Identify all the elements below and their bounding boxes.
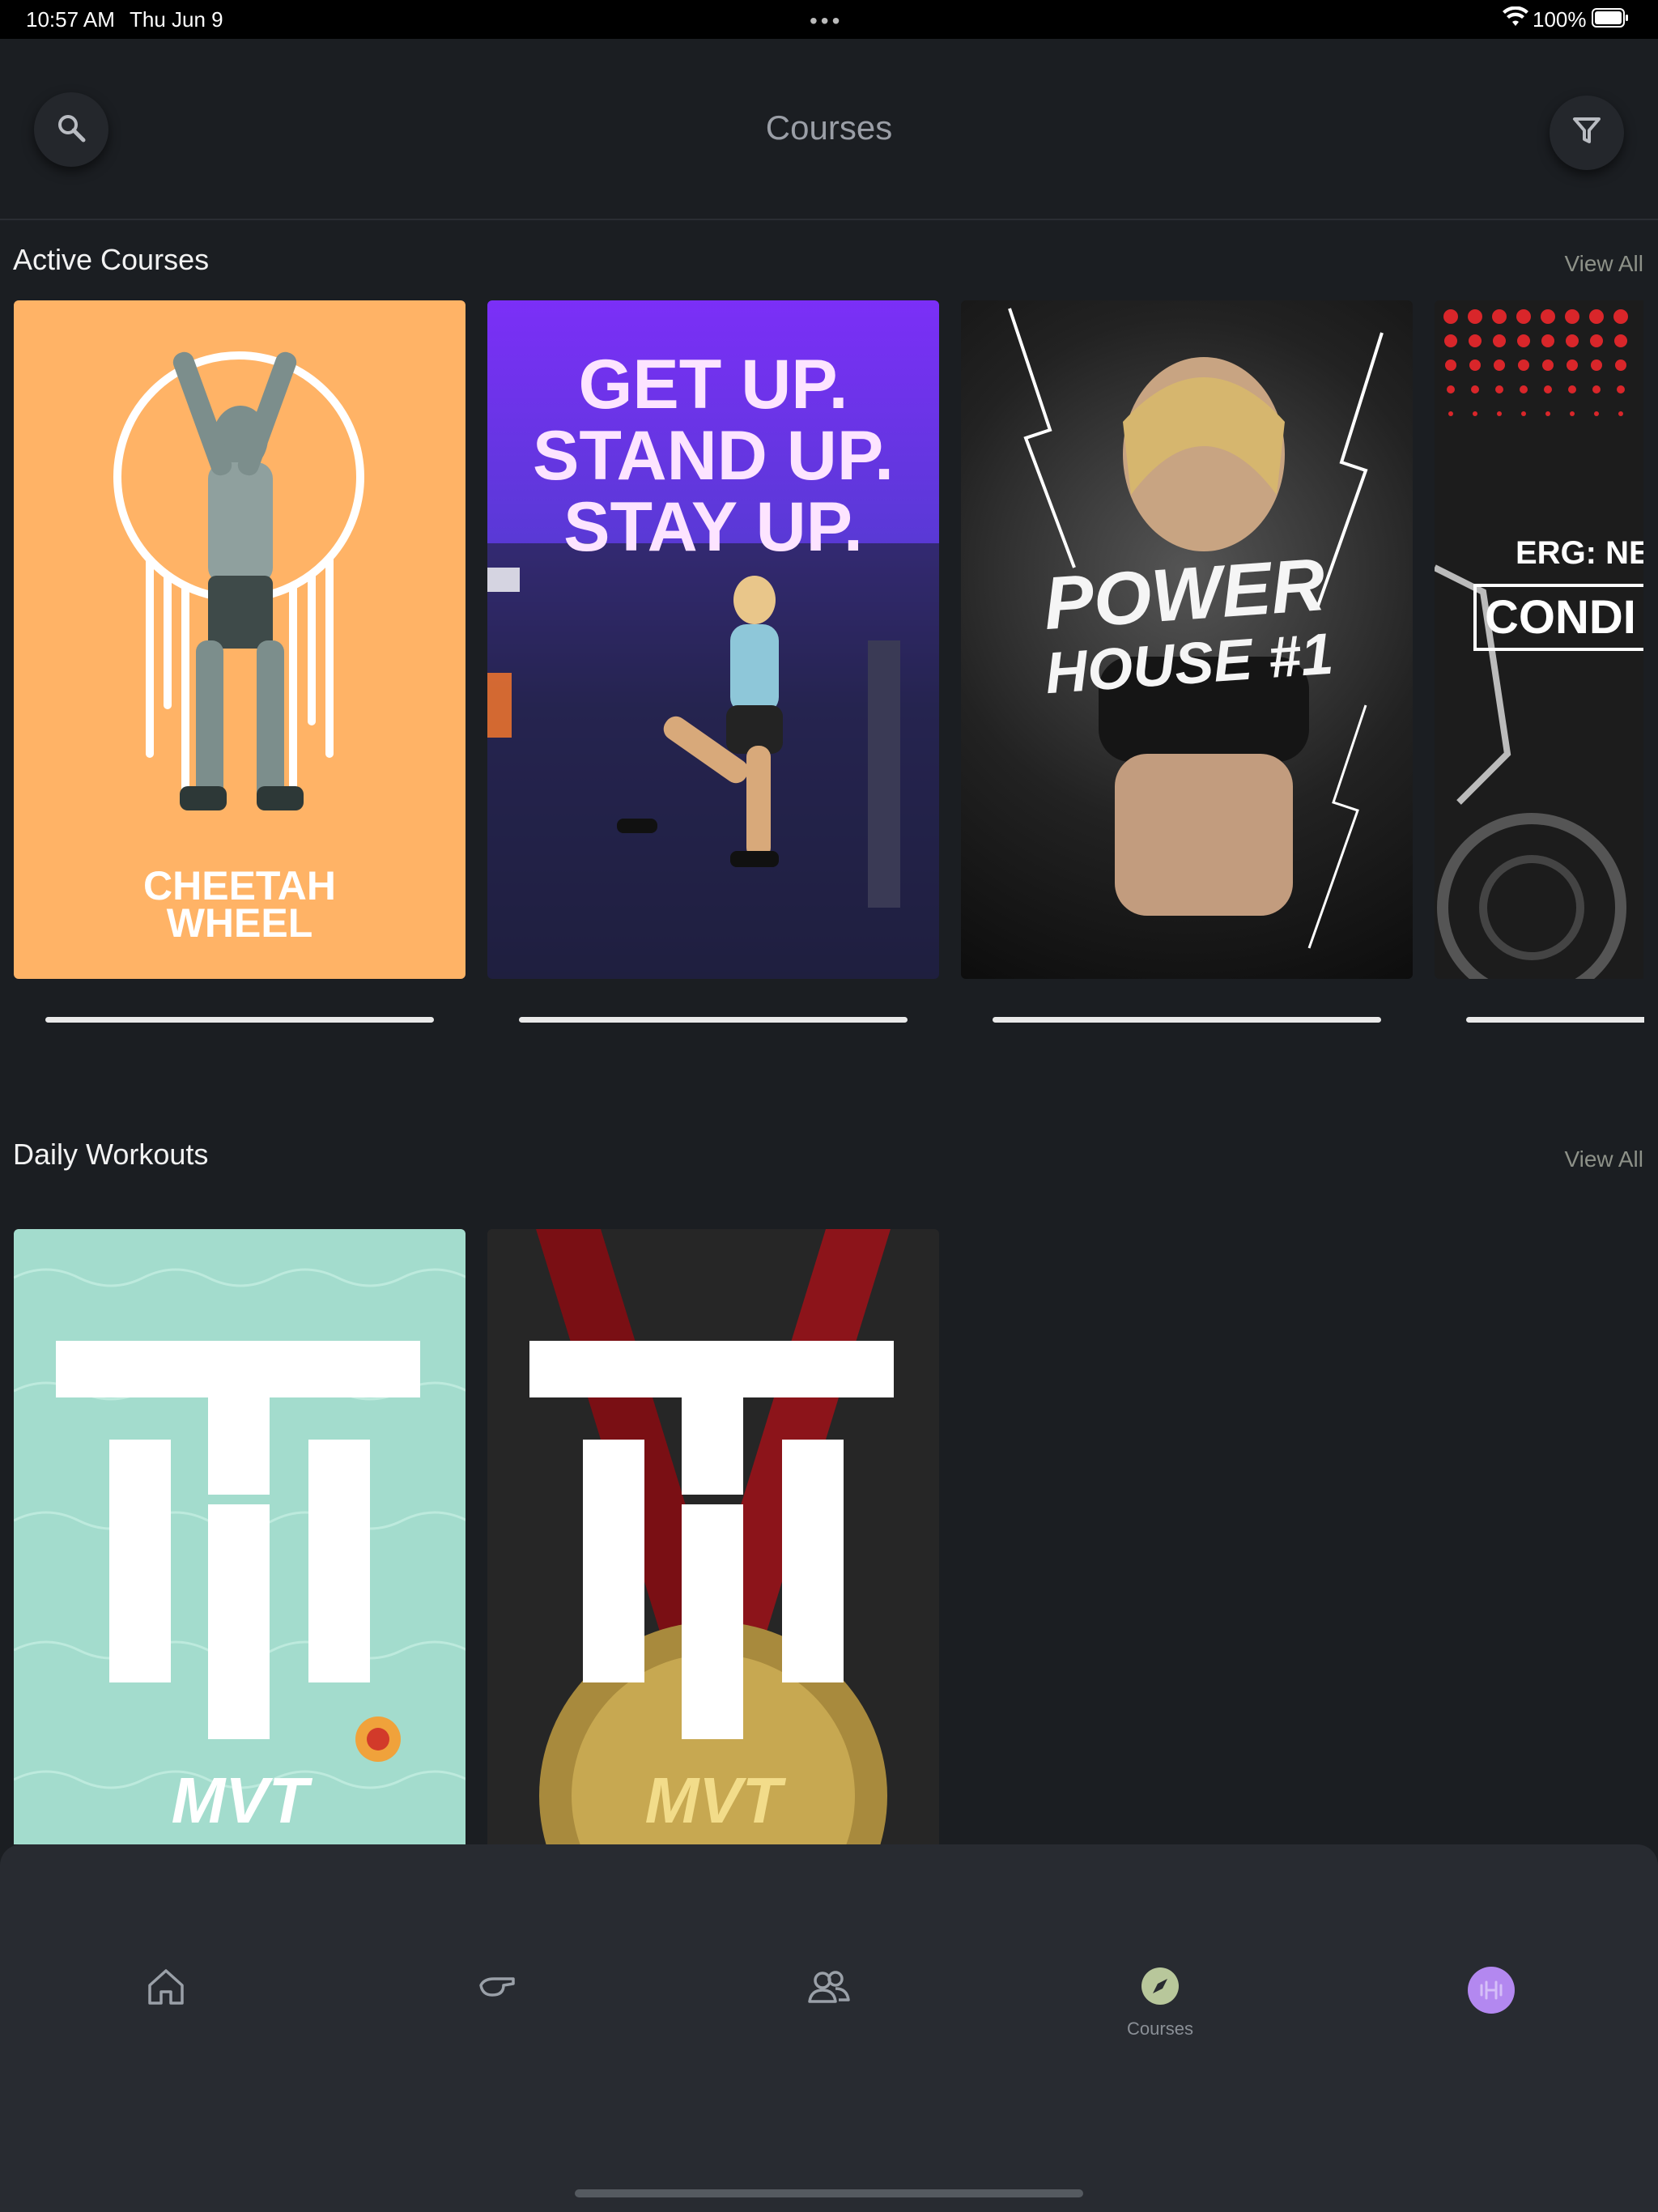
course-card[interactable]: ERG: NE CONDI	[1435, 300, 1643, 979]
compass-icon	[1140, 1966, 1180, 2010]
community-icon	[806, 1966, 852, 2012]
course-card[interactable]: CHEETAH WHEEL	[14, 300, 466, 979]
status-time: 10:57 AM	[26, 7, 115, 32]
avatar-icon	[1467, 1966, 1516, 2018]
course-progress-bar	[993, 1017, 1381, 1023]
course-card-title: ERG: NE	[1516, 535, 1643, 571]
section-title-daily-workouts: Daily Workouts	[13, 1138, 209, 1171]
tab-community[interactable]	[780, 1966, 878, 2047]
course-card-subtitle: CONDI	[1473, 584, 1643, 651]
tab-whistle[interactable]	[449, 1966, 546, 2047]
workout-artwork	[14, 1268, 466, 1789]
course-progress-bar	[519, 1017, 908, 1023]
view-all-active-courses[interactable]: View All	[1564, 251, 1643, 277]
workout-card[interactable]: MVT	[14, 1229, 466, 1844]
multitasking-dots[interactable]: •••	[810, 8, 843, 34]
status-date: Thu Jun 9	[130, 7, 223, 32]
page-title: Courses	[765, 108, 893, 147]
home-indicator[interactable]	[575, 2189, 1083, 2197]
header-bar: Courses	[0, 39, 1658, 220]
course-card-title: GET UP. STAND UP. STAY UP.	[533, 346, 894, 566]
status-bar: 10:57 AM Thu Jun 9 ••• 100%	[0, 0, 1658, 39]
workout-brand-logo: MVT	[171, 1764, 308, 1836]
workout-card[interactable]: MVT	[487, 1229, 939, 1844]
filter-button[interactable]	[1550, 96, 1624, 170]
tab-label-courses: Courses	[1127, 2018, 1193, 2039]
tab-profile[interactable]	[1443, 1966, 1540, 2047]
home-icon	[145, 1966, 187, 2012]
tab-courses[interactable]: Courses	[1112, 1966, 1209, 2047]
tab-bar: Courses	[0, 1844, 1658, 2212]
course-card-title: CHEETAH WHEEL	[143, 863, 336, 946]
course-progress-bar	[1466, 1017, 1644, 1023]
filter-icon	[1572, 116, 1601, 151]
tab-home[interactable]	[117, 1966, 215, 2047]
course-card[interactable]: GET UP. STAND UP. STAY UP.	[487, 300, 939, 979]
view-all-daily-workouts[interactable]: View All	[1564, 1146, 1643, 1172]
battery-percent: 100%	[1533, 7, 1587, 32]
whistle-icon	[476, 1966, 518, 2012]
course-progress-bar	[45, 1017, 434, 1023]
workout-brand-logo: MVT	[644, 1764, 782, 1836]
section-title-active-courses: Active Courses	[13, 243, 210, 276]
course-card[interactable]: POWER HOUSE #1	[961, 300, 1413, 979]
battery-icon	[1592, 8, 1629, 33]
wifi-icon	[1503, 6, 1528, 35]
workout-artwork	[529, 1229, 894, 1844]
